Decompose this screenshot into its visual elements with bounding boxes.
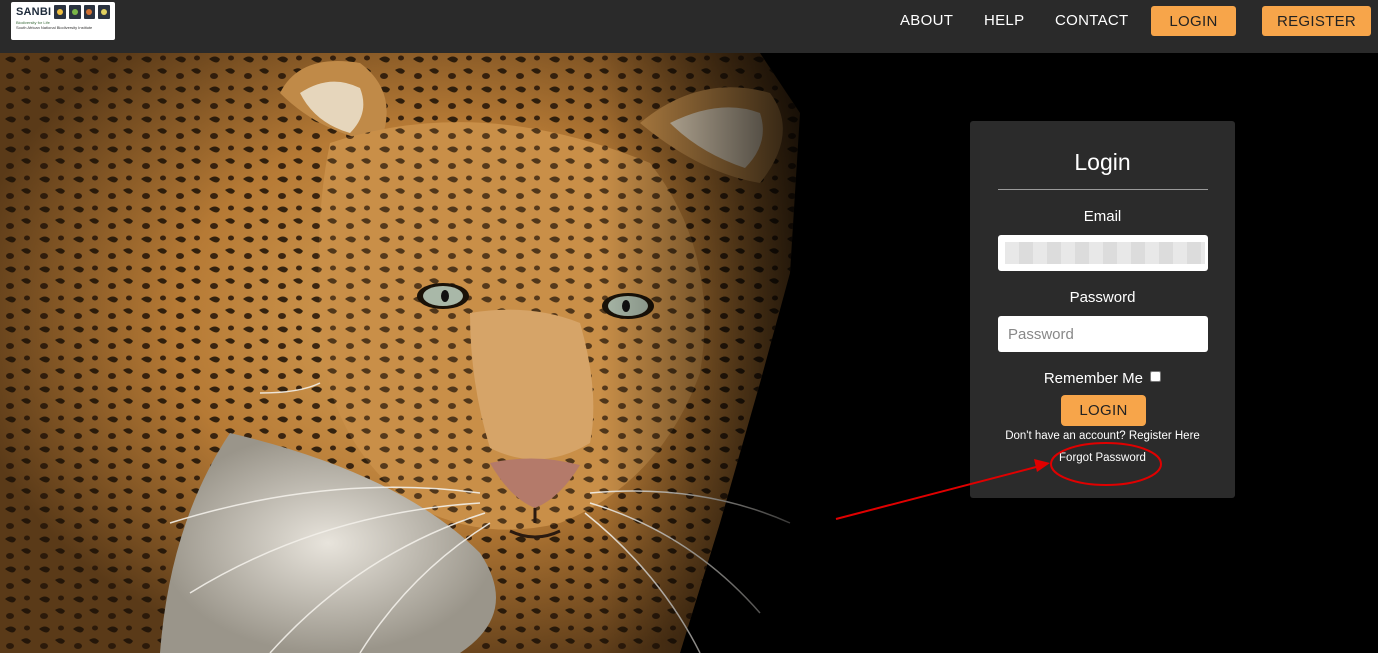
title-divider [998, 189, 1208, 190]
email-redacted-value [1005, 242, 1205, 264]
top-navbar: SANBI Biodiversity for Life South Africa… [0, 0, 1378, 53]
remember-me-checkbox[interactable] [1150, 371, 1162, 382]
logo-tile-icon [98, 5, 110, 19]
nav-about-link[interactable]: ABOUT [900, 12, 953, 29]
sanbi-logo[interactable]: SANBI Biodiversity for Life South Africa… [11, 2, 115, 40]
logo-tile-icon [83, 5, 96, 19]
password-field[interactable] [998, 316, 1208, 352]
logo-brand-text: SANBI [16, 6, 52, 18]
login-submit-button[interactable]: LOGIN [1061, 395, 1146, 426]
email-label: Email [1083, 208, 1122, 225]
nav-contact-link[interactable]: CONTACT [1055, 12, 1128, 29]
nav-help-link[interactable]: HELP [984, 12, 1024, 29]
logo-brand-row: SANBI [16, 5, 110, 19]
nav-register-button[interactable]: REGISTER [1262, 6, 1371, 36]
forgot-password-link[interactable]: Forgot Password [970, 452, 1235, 464]
nav-login-button[interactable]: LOGIN [1151, 6, 1236, 36]
logo-tile-icon [68, 5, 81, 19]
login-title: Login [1074, 149, 1131, 175]
register-link[interactable]: Don't have an account? Register Here [970, 430, 1235, 442]
email-field[interactable] [998, 235, 1208, 271]
login-card: Login Email Password Remember Me LOGIN D… [970, 121, 1235, 498]
remember-me-label: Remember Me [1043, 370, 1144, 387]
remember-me-row: Remember Me [970, 370, 1235, 387]
logo-full-name: South African National Biodiversity Inst… [16, 25, 93, 30]
password-label: Password [1069, 289, 1136, 306]
logo-tile-icon [54, 5, 66, 19]
